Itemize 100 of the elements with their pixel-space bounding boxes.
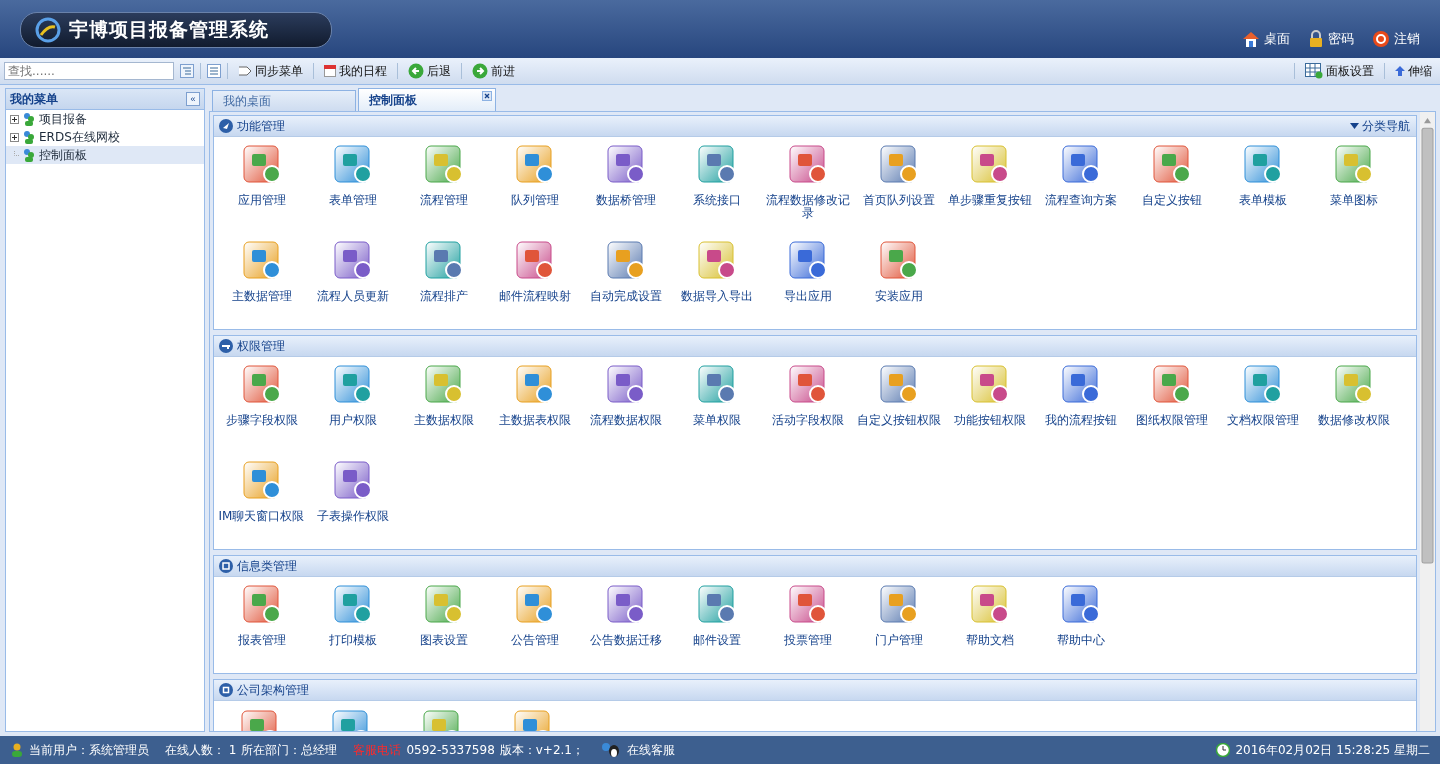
toolbar-button[interactable]: 同步菜单	[234, 60, 307, 82]
online-service-link[interactable]: 在线客服	[627, 741, 675, 759]
function-item[interactable]: 流程排产	[398, 233, 489, 329]
function-label: 单步骤重复按钮	[946, 194, 1033, 207]
header-link[interactable]: 注销	[1372, 30, 1420, 48]
function-item[interactable]: 投票管理	[762, 577, 853, 673]
function-item[interactable]: 导出应用	[762, 233, 853, 329]
function-item[interactable]: 流程数据权限	[580, 357, 671, 453]
function-label: 公告管理	[509, 634, 560, 647]
function-item[interactable]: 队列管理	[489, 137, 580, 233]
function-item[interactable]: 主数据管理	[216, 233, 307, 329]
function-label: 自定义按钮	[1140, 194, 1203, 207]
function-item[interactable]: 菜单图标	[1308, 137, 1399, 233]
list-icon[interactable]	[207, 64, 221, 78]
function-item[interactable]: 菜单权限	[671, 357, 762, 453]
expand-icon[interactable]	[10, 114, 19, 124]
tree-label: 控制面板	[39, 146, 87, 164]
user-icon	[10, 743, 24, 757]
function-label: 帮助中心	[1055, 634, 1106, 647]
function-item[interactable]: 门户管理	[853, 577, 944, 673]
header-link[interactable]: 密码	[1308, 30, 1354, 48]
function-label: 数据修改权限	[1316, 414, 1391, 427]
tab[interactable]: 控制面板	[358, 88, 496, 111]
function-item[interactable]: 我的流程按钮	[1035, 357, 1126, 453]
function-item[interactable]: 用户权限	[307, 357, 398, 453]
function-item[interactable]: 自动完成设置	[580, 233, 671, 329]
function-item[interactable]: 表单模板	[1217, 137, 1308, 233]
function-item[interactable]: 自定义按钮	[1126, 137, 1217, 233]
function-item[interactable]: 邮件流程映射	[489, 233, 580, 329]
function-item[interactable]: 数据桥管理	[580, 137, 671, 233]
function-item[interactable]: 打印模板	[307, 577, 398, 673]
function-label: 菜单权限	[691, 414, 742, 427]
function-label: 我的流程按钮	[1043, 414, 1118, 427]
function-item[interactable]: IM聊天窗口权限	[216, 453, 307, 549]
function-item[interactable]: 文档权限管理	[1217, 357, 1308, 453]
scrollbar[interactable]	[1420, 112, 1435, 731]
function-label: 主数据管理	[230, 290, 293, 303]
tree-item[interactable]: ERDS在线网校	[6, 128, 204, 146]
function-item[interactable]: 功能按钮权限	[944, 357, 1035, 453]
close-icon[interactable]	[482, 91, 492, 101]
function-label: 报表管理	[236, 634, 287, 647]
header-link[interactable]: 桌面	[1242, 30, 1290, 48]
function-item[interactable]: 公告管理	[489, 577, 580, 673]
tree-toggle-icon[interactable]	[180, 64, 194, 78]
toolbar-button[interactable]: 伸缩	[1391, 60, 1436, 82]
app-title: 宇博项目报备管理系统	[69, 17, 269, 42]
function-item[interactable]: 流程查询方案	[1035, 137, 1126, 233]
function-item[interactable]: 流程人员更新	[307, 233, 398, 329]
function-item[interactable]: 子表操作权限	[307, 453, 398, 549]
online-count: 在线人数： 1	[165, 741, 237, 759]
function-label: 流程查询方案	[1043, 194, 1118, 207]
function-item[interactable]: 应用管理	[216, 137, 307, 233]
function-item[interactable]: 步骤字段权限	[216, 357, 307, 453]
section-icon	[219, 683, 233, 697]
toolbar-button[interactable]: 面板设置	[1301, 60, 1378, 82]
search-field[interactable]: 查找......	[4, 62, 174, 80]
function-label: 菜单图标	[1328, 194, 1379, 207]
function-label: 子表操作权限	[315, 510, 390, 523]
toolbar-button[interactable]: 我的日程	[320, 60, 391, 82]
function-item[interactable]: 活动字段权限	[762, 357, 853, 453]
section-icon	[219, 339, 233, 353]
function-item[interactable]: 数据导入导出	[671, 233, 762, 329]
function-label: 数据导入导出	[679, 290, 754, 303]
function-item[interactable]: 邮件设置	[671, 577, 762, 673]
function-item[interactable]: 系统接口	[671, 137, 762, 233]
function-item[interactable]: 自定义按钮权限	[853, 357, 944, 453]
function-label: 打印模板	[327, 634, 378, 647]
function-label: 自动完成设置	[588, 290, 663, 303]
function-item[interactable]: 数据修改权限	[1308, 357, 1399, 453]
caret-icon	[1350, 123, 1359, 129]
function-item[interactable]: 表单管理	[307, 137, 398, 233]
function-item[interactable]: 主数据表权限	[489, 357, 580, 453]
function-item[interactable]: 安装应用	[853, 233, 944, 329]
function-item[interactable]: 帮助中心	[1035, 577, 1126, 673]
function-item[interactable]: 主数据权限	[398, 357, 489, 453]
power-icon	[1372, 30, 1390, 48]
tab[interactable]: 我的桌面	[212, 90, 356, 111]
function-label: 自定义按钮权限	[855, 414, 942, 427]
function-label: 安装应用	[873, 290, 924, 303]
function-item[interactable]: 流程数据修改记录	[762, 137, 853, 233]
tree-item[interactable]: 控制面板	[6, 146, 204, 164]
toolbar-button[interactable]: 后退	[404, 60, 455, 82]
function-item[interactable]: 图表设置	[398, 577, 489, 673]
clock-icon	[1216, 743, 1231, 757]
function-item[interactable]: 单步骤重复按钮	[944, 137, 1035, 233]
collapse-button[interactable]: «	[186, 92, 200, 106]
toolbar-button[interactable]: 前进	[468, 60, 519, 82]
tree-item[interactable]: 项目报备	[6, 110, 204, 128]
function-item[interactable]: 帮助文档	[944, 577, 1035, 673]
expand-icon[interactable]	[10, 132, 19, 142]
function-item[interactable]: 公告数据迁移	[580, 577, 671, 673]
function-item[interactable]: 图纸权限管理	[1126, 357, 1217, 453]
function-item[interactable]: 流程管理	[398, 137, 489, 233]
category-nav-link[interactable]: 分类导航	[1350, 117, 1410, 135]
function-label: 流程人员更新	[315, 290, 390, 303]
function-label: 公告数据迁移	[588, 634, 663, 647]
sync-icon	[238, 65, 252, 77]
people-icon	[22, 112, 36, 126]
function-item[interactable]: 报表管理	[216, 577, 307, 673]
function-item[interactable]: 首页队列设置	[853, 137, 944, 233]
